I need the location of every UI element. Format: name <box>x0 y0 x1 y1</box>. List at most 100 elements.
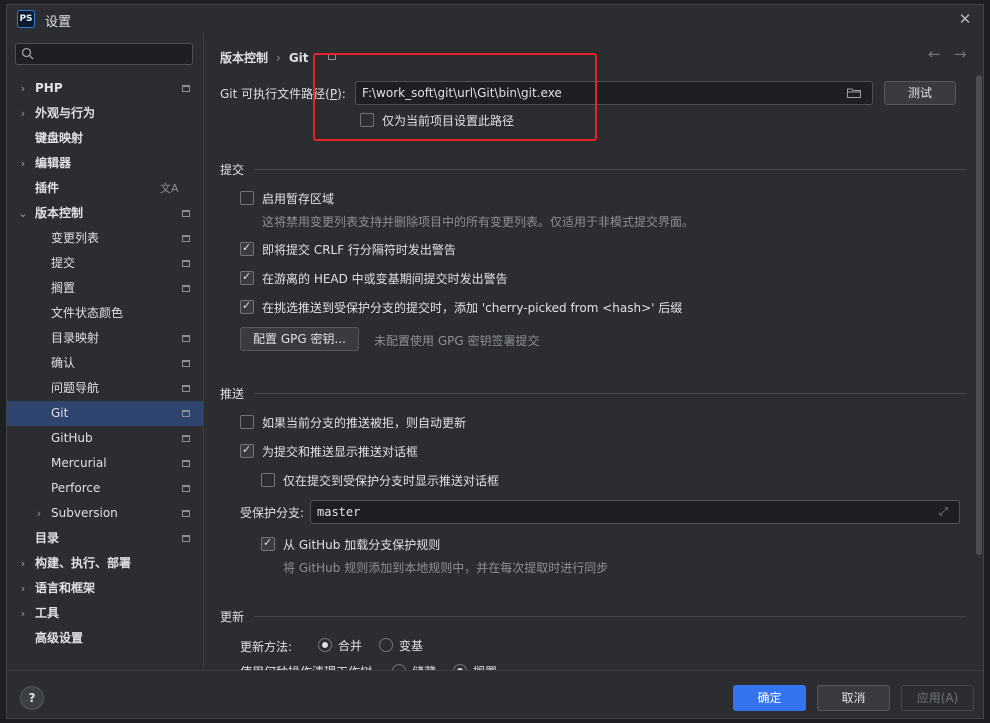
test-button[interactable]: 测试 <box>884 81 956 105</box>
breadcrumb-parent[interactable]: 版本控制 <box>220 51 268 65</box>
sidebar-item[interactable]: › 构建、执行、部署 <box>7 551 203 576</box>
push-divider <box>254 393 966 394</box>
sidebar-item-label: PHP <box>35 81 63 95</box>
staging-label: 启用暂存区域 <box>262 192 335 206</box>
apply-button[interactable]: 应用(A) <box>901 685 974 711</box>
sidebar-item[interactable]: 插件 文A <box>7 176 203 201</box>
sidebar-item[interactable]: › 编辑器 <box>7 151 203 176</box>
title-bar: PS 设置 ✕ <box>7 5 983 33</box>
settings-tree: › PHP › 外观与行为键盘映射 › 编辑器插件 文A ⌄ 版本控制 变更列表 提交 搁置 文件状态颜… <box>7 76 203 651</box>
back-arrow-icon[interactable]: ← <box>928 45 941 63</box>
sidebar-item[interactable]: 确认 <box>7 351 203 376</box>
search-input[interactable] <box>38 46 192 64</box>
chevron-right-icon[interactable]: › <box>17 576 29 601</box>
staging-checkbox[interactable] <box>240 191 254 205</box>
sidebar-item[interactable]: 提交 <box>7 251 203 276</box>
commit-divider <box>254 169 966 170</box>
sidebar-item[interactable]: 变更列表 <box>7 226 203 251</box>
settings-search[interactable] <box>15 43 193 65</box>
sidebar-item[interactable]: 目录 <box>7 526 203 551</box>
project-scope-icon <box>182 360 190 367</box>
help-button[interactable]: ? <box>20 686 44 710</box>
dialog-footer: ? 确定 取消 应用(A) <box>7 670 983 718</box>
sidebar-item[interactable]: 问题导航 <box>7 376 203 401</box>
staging-hint: 这将禁用变更列表支持并删除项目中的所有变更列表。仅适用于非模式提交界面。 <box>262 215 695 229</box>
protected-branches-label: 受保护分支: <box>240 506 305 520</box>
sidebar-item-label: 确认 <box>51 356 76 370</box>
project-scope-icon <box>182 385 190 392</box>
sidebar-item[interactable]: › 语言和框架 <box>7 576 203 601</box>
push-section-title: 推送 <box>220 387 245 401</box>
sidebar-item-label: 键盘映射 <box>35 131 84 145</box>
cherry-pick-checkbox[interactable] <box>240 299 254 314</box>
detached-head-label: 在游离的 HEAD 中或变基期间提交时发出警告 <box>262 272 508 286</box>
sidebar-item[interactable]: 搁置 <box>7 276 203 301</box>
commit-section-title: 提交 <box>220 163 245 177</box>
sidebar-item-label: 外观与行为 <box>35 106 96 120</box>
sidebar-item[interactable]: 键盘映射 <box>7 126 203 151</box>
crlf-label: 即将提交 CRLF 行分隔符时发出警告 <box>262 243 456 257</box>
sidebar-item-label: 工具 <box>35 606 60 620</box>
sidebar-item[interactable]: Mercurial <box>7 451 203 476</box>
github-rules-hint: 将 GitHub 规则添加到本地规则中，并在每次提取时进行同步 <box>283 561 609 575</box>
breadcrumb: 版本控制 › Git <box>220 49 309 66</box>
sidebar-item[interactable]: 高级设置 <box>7 626 203 651</box>
sidebar-item[interactable]: 目录映射 <box>7 326 203 351</box>
sidebar-item[interactable]: › Subversion <box>7 501 203 526</box>
project-scope-icon <box>182 335 190 342</box>
rebase-radio[interactable] <box>379 638 393 652</box>
chevron-right-icon[interactable]: › <box>17 551 29 576</box>
sidebar-item[interactable]: GitHub <box>7 426 203 451</box>
detached-head-checkbox[interactable] <box>240 270 254 285</box>
sidebar-item-label: 高级设置 <box>35 631 84 645</box>
settings-sidebar: › PHP › 外观与行为键盘映射 › 编辑器插件 文A ⌄ 版本控制 变更列表 提交 搁置 文件状态颜… <box>7 33 203 670</box>
chevron-right-icon[interactable]: › <box>17 76 29 101</box>
update-method-label: 更新方法: <box>240 640 293 654</box>
chevron-right-icon[interactable]: › <box>33 501 45 526</box>
crlf-checkbox[interactable] <box>240 241 254 256</box>
cancel-button[interactable]: 取消 <box>817 685 890 711</box>
merge-radio[interactable] <box>318 638 332 652</box>
sidebar-item[interactable]: 文件状态颜色 <box>7 301 203 326</box>
chevron-right-icon[interactable]: › <box>17 151 29 176</box>
sidebar-item[interactable]: Git <box>7 401 203 426</box>
project-scope-icon <box>182 285 190 292</box>
translate-icon: 文A <box>160 182 179 195</box>
sidebar-item-label: 问题导航 <box>51 381 100 395</box>
chevron-right-icon[interactable]: › <box>17 601 29 626</box>
chevron-right-icon[interactable]: › <box>17 101 29 126</box>
project-scope-icon <box>182 485 190 492</box>
close-icon[interactable]: ✕ <box>955 9 975 29</box>
sidebar-item-label: Mercurial <box>51 456 107 470</box>
ok-button[interactable]: 确定 <box>733 685 806 711</box>
sidebar-item-label: GitHub <box>51 431 93 445</box>
protected-only-checkbox[interactable] <box>261 473 275 487</box>
github-rules-checkbox[interactable] <box>261 536 275 551</box>
forward-arrow-icon[interactable]: → <box>954 45 967 63</box>
sidebar-item-label: 编辑器 <box>35 156 72 170</box>
expand-icon[interactable]: ⤢ <box>939 505 951 518</box>
breadcrumb-current: Git <box>288 51 309 65</box>
search-icon <box>21 47 34 60</box>
sidebar-item[interactable]: Perforce <box>7 476 203 501</box>
sidebar-item[interactable]: › 外观与行为 <box>7 101 203 126</box>
sidebar-item-label: Git <box>51 406 69 420</box>
configure-gpg-button[interactable]: 配置 GPG 密钥... <box>240 327 359 351</box>
auto-update-checkbox[interactable] <box>240 415 254 429</box>
project-scope-icon <box>182 535 190 542</box>
sidebar-item[interactable]: › 工具 <box>7 601 203 626</box>
sidebar-item[interactable]: › PHP <box>7 76 203 101</box>
vertical-scrollbar[interactable] <box>976 75 982 555</box>
chevron-down-icon[interactable]: ⌄ <box>17 201 29 226</box>
project-scope-icon <box>182 85 190 92</box>
protected-branches-input[interactable]: master <box>310 500 960 524</box>
sidebar-item[interactable]: ⌄ 版本控制 <box>7 201 203 226</box>
folder-icon[interactable] <box>847 88 861 98</box>
project-scope-icon <box>182 260 190 267</box>
show-push-dialog-checkbox[interactable] <box>240 443 254 458</box>
sidebar-item-label: 插件 <box>35 181 60 195</box>
sidebar-item-label: Perforce <box>51 481 101 495</box>
project-scope-icon <box>182 435 190 442</box>
rebase-label: 变基 <box>399 639 424 653</box>
breadcrumb-separator: › <box>276 51 281 65</box>
